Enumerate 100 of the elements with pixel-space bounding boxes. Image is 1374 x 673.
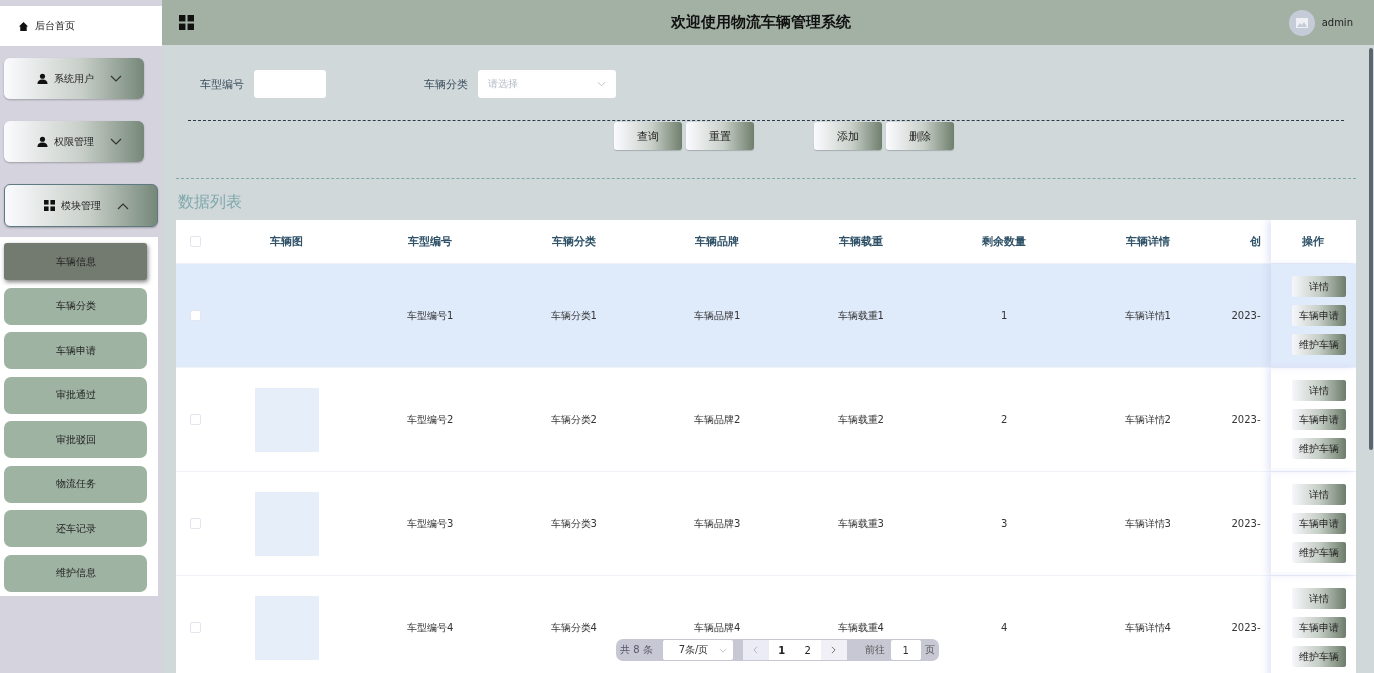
- table-cell: 车辆载重4: [837, 620, 884, 635]
- table-cell: 2: [1001, 414, 1008, 425]
- previous-page-button[interactable]: [742, 640, 769, 660]
- action-button[interactable]: 添加: [814, 122, 882, 150]
- table-row[interactable]: 车型编号2 车辆分类2 车辆品牌2 车辆载重2 2 车辆详情2 2023- 详情 车辆申请 维护车辆: [176, 368, 1356, 472]
- goto-label: 前往: [864, 643, 885, 657]
- checkbox[interactable]: [190, 414, 201, 425]
- total-count: 共 8 条: [620, 643, 654, 657]
- user-icon: [36, 136, 48, 147]
- table-row[interactable]: 车型编号1 车辆分类1 车辆品牌1 车辆载重1 1 车辆详情1 2023- 详情 车辆申请 维护车辆: [176, 264, 1356, 368]
- table-cell: 车辆品牌1: [694, 308, 741, 323]
- page-suffix: 页: [924, 643, 935, 657]
- checkbox[interactable]: [190, 310, 201, 321]
- avatar-icon[interactable]: [1288, 9, 1315, 36]
- table-cell: 车辆分类1: [550, 308, 597, 323]
- row-action-button[interactable]: 维护车辆: [1292, 646, 1347, 667]
- page-number[interactable]: 2: [794, 640, 821, 660]
- row-action-button[interactable]: 维护车辆: [1292, 542, 1347, 563]
- action-button[interactable]: 重置: [686, 122, 754, 150]
- field-label: 车型编号: [199, 76, 244, 92]
- chevron-down-icon: [109, 137, 122, 146]
- row-action-button[interactable]: 详情: [1292, 276, 1347, 297]
- submenu-item[interactable]: 维护信息: [4, 554, 147, 592]
- column-header: 操作: [1302, 234, 1325, 249]
- column-header: 车型编号: [408, 234, 453, 249]
- table-cell: 车型编号3: [407, 516, 454, 531]
- row-action-button[interactable]: 详情: [1292, 484, 1347, 505]
- table-row[interactable]: 车型编号3 车辆分类3 车辆品牌3 车辆载重3 3 车辆详情3 2023- 详情 车辆申请 维护车辆: [176, 472, 1356, 576]
- table-cell: 车辆载重3: [837, 516, 884, 531]
- row-action-button[interactable]: 维护车辆: [1292, 334, 1347, 355]
- page-input[interactable]: 1: [890, 640, 921, 660]
- action-button[interactable]: 删除: [886, 122, 954, 150]
- table-cell: 车辆分类3: [550, 516, 597, 531]
- table-cell: 车辆品牌3: [694, 516, 741, 531]
- table-cell: 车型编号4: [407, 620, 454, 635]
- row-action-button[interactable]: 详情: [1292, 380, 1347, 401]
- grid-icon: [43, 200, 55, 211]
- home-icon: [18, 20, 29, 32]
- column-header: 车辆载重: [838, 234, 883, 249]
- table-cell: 2023-: [1231, 310, 1261, 321]
- row-action-button[interactable]: 维护车辆: [1292, 438, 1347, 459]
- user-name[interactable]: admin: [1321, 17, 1353, 28]
- table-cell: 车辆详情1: [1124, 308, 1171, 323]
- table-cell: 车辆载重2: [837, 412, 884, 427]
- column-header: 车辆图: [270, 234, 304, 249]
- checkbox[interactable]: [190, 236, 201, 247]
- row-action-button[interactable]: 车辆申请: [1292, 409, 1347, 430]
- table-cell: 车辆分类2: [550, 412, 597, 427]
- submenu-item[interactable]: 车辆申请: [4, 332, 147, 369]
- table-cell: 车辆详情4: [1124, 620, 1171, 635]
- submenu-item[interactable]: 还车记录: [4, 510, 147, 547]
- app-title: 欢迎使用物流车辆管理系统: [670, 13, 853, 32]
- action-button[interactable]: 查询: [614, 122, 682, 150]
- table-cell: 3: [1001, 518, 1008, 529]
- table-cell: 车型编号2: [407, 412, 454, 427]
- table-cell: 车辆详情2: [1124, 412, 1171, 427]
- submenu-item[interactable]: 审批驳回: [4, 421, 147, 458]
- sidebar-home-item[interactable]: 后台首页: [0, 6, 162, 46]
- sidebar-group[interactable]: 系统用户: [4, 58, 144, 99]
- column-header: 车辆品牌: [695, 234, 740, 249]
- checkbox[interactable]: [190, 518, 201, 529]
- submenu-item[interactable]: 物流任务: [4, 465, 147, 503]
- table-cell: 2023-: [1231, 414, 1261, 425]
- table-cell: 2023-: [1231, 518, 1261, 529]
- submenu-item[interactable]: 车辆信息: [4, 243, 147, 280]
- table-cell: 车型编号1: [407, 308, 454, 323]
- chevron-up-icon: [116, 201, 129, 210]
- chevron-right-icon: [831, 646, 837, 654]
- row-action-button[interactable]: 车辆申请: [1292, 305, 1347, 326]
- submenu-item[interactable]: 车辆分类: [4, 287, 147, 325]
- chevron-down-icon: [597, 81, 606, 87]
- chevron-left-icon: [753, 646, 759, 654]
- next-page-button[interactable]: [820, 640, 847, 660]
- user-icon: [36, 73, 48, 84]
- submenu-item[interactable]: 审批通过: [4, 376, 147, 414]
- row-action-button[interactable]: 车辆申请: [1292, 617, 1347, 638]
- column-header: 创: [1249, 234, 1261, 249]
- chevron-down-icon: [718, 647, 727, 653]
- row-action-button[interactable]: 详情: [1292, 588, 1347, 609]
- sidebar-group[interactable]: 权限管理: [4, 121, 144, 162]
- page-size-select[interactable]: 7条/页: [662, 640, 733, 660]
- page-number[interactable]: 1: [768, 640, 795, 660]
- column-header: 剩余数量: [982, 234, 1027, 249]
- chevron-down-icon: [109, 74, 122, 83]
- section-title: 数据列表: [178, 192, 243, 213]
- table-cell: 1: [1001, 310, 1008, 321]
- table-cell: 车辆品牌2: [694, 412, 741, 427]
- table-cell: 2023-: [1231, 622, 1261, 633]
- field-label: 车辆分类: [423, 76, 468, 92]
- table-cell: 4: [1001, 622, 1008, 633]
- row-action-button[interactable]: 车辆申请: [1292, 513, 1347, 534]
- scrollbar[interactable]: [1369, 48, 1373, 450]
- table-cell: 车辆载重1: [837, 308, 884, 323]
- sidebar-group[interactable]: 模块管理: [4, 184, 158, 227]
- column-header: 车辆分类: [551, 234, 596, 249]
- grid-icon[interactable]: [179, 15, 194, 30]
- column-header: 车辆详情: [1125, 234, 1170, 249]
- table-cell: 车辆品牌4: [694, 620, 741, 635]
- checkbox[interactable]: [190, 622, 201, 633]
- input-field[interactable]: [254, 70, 326, 98]
